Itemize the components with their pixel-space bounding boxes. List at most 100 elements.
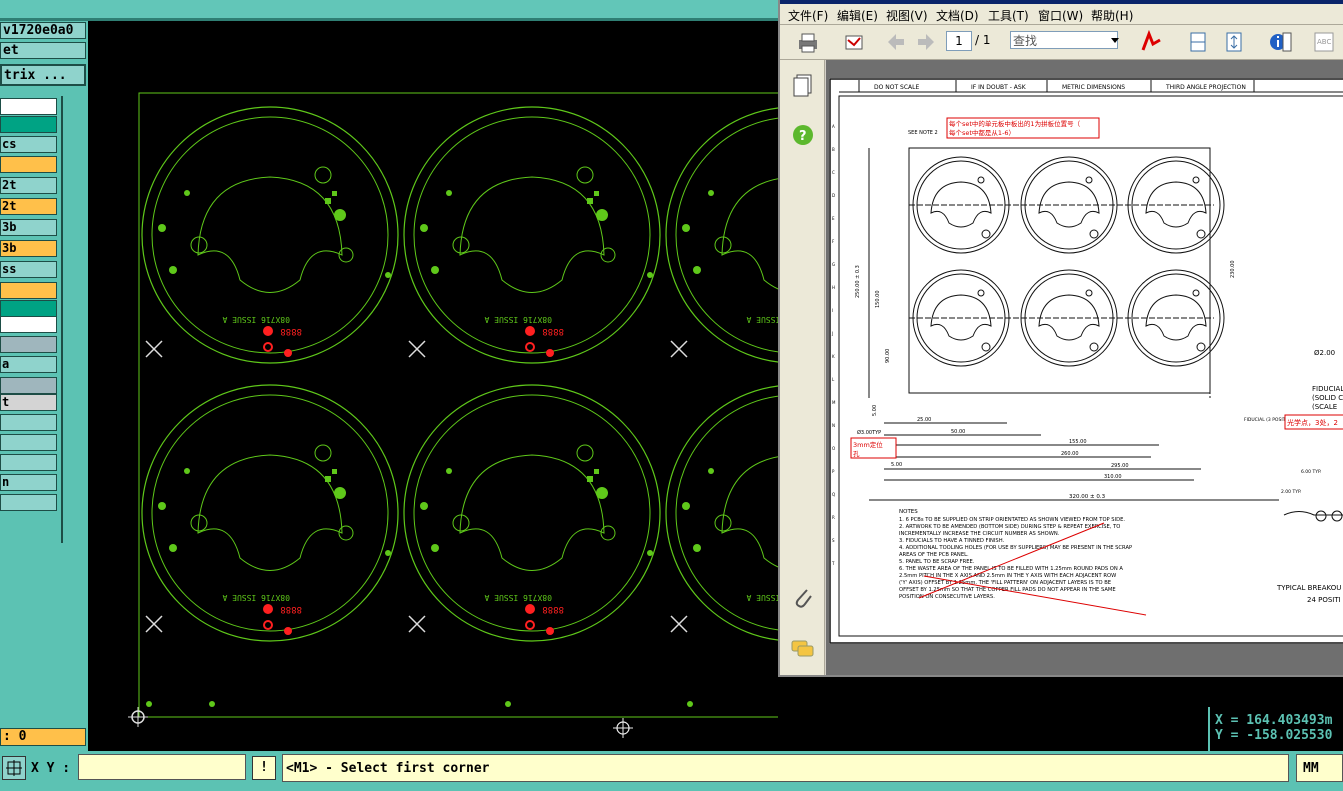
document-info-icon[interactable]: [1268, 30, 1292, 54]
layer-row[interactable]: [0, 116, 57, 133]
pad: [682, 502, 690, 510]
row-marker: D: [832, 193, 835, 198]
note-line: 2.5mm PITCH IN THE X AXIS AND 2.5mm IN T…: [899, 573, 1116, 579]
page-number-input[interactable]: 1: [946, 31, 972, 51]
red-pad: [525, 604, 535, 614]
row-marker: N: [832, 423, 835, 428]
layer-row[interactable]: [0, 494, 57, 511]
pad: [184, 190, 190, 196]
layer-row[interactable]: [0, 300, 57, 317]
xy-input[interactable]: [78, 754, 246, 780]
y-coordinate: Y = -158.025530: [1215, 728, 1333, 743]
previous-page-icon[interactable]: [884, 30, 908, 54]
alert-icon[interactable]: !: [252, 756, 276, 780]
fiducial-side-label: FIDUCIAL: [1312, 385, 1343, 393]
pcb-silkscreen-text: 08X716 ISSUE A: [222, 593, 290, 602]
pad: [446, 190, 452, 196]
menu-edit[interactable]: 编辑(E): [837, 7, 878, 24]
pad: [431, 266, 439, 274]
pad: [334, 487, 346, 499]
board-hole: [1085, 176, 1093, 184]
layer-row[interactable]: a: [0, 356, 57, 373]
layer-row[interactable]: [0, 156, 57, 173]
header-cell: THIRD ANGLE PROJECTION: [1165, 84, 1246, 91]
layer-row[interactable]: [0, 336, 57, 353]
menu-file[interactable]: 文件(F): [788, 7, 828, 24]
fit-page-icon[interactable]: [1222, 30, 1246, 54]
pad: [587, 476, 593, 482]
pad: [420, 502, 428, 510]
pages-panel-icon[interactable]: [792, 74, 814, 98]
matrix-button[interactable]: trix ...: [0, 64, 86, 86]
row-marker: K: [832, 354, 835, 359]
row-marker: F: [832, 239, 835, 244]
step-name-field[interactable]: et: [0, 42, 86, 59]
note-line: 6. THE WASTE AREA OF THE PANEL IS TO BE …: [899, 566, 1123, 572]
layer-row[interactable]: t: [0, 394, 57, 411]
red-pad: [263, 604, 273, 614]
menu-help[interactable]: 帮助(H): [1091, 7, 1133, 24]
note-line: ('Y' AXIS) OFFSET BY 1.25mm. THE 'FILL P…: [899, 580, 1111, 586]
fiducial-side-label: (SCALE: [1312, 403, 1337, 411]
pcb-cutout: [721, 454, 867, 571]
pad: [325, 476, 331, 482]
pdf-document-area[interactable]: DO NOT SCALE IF IN DOUBT - ASK METRIC DIME…: [826, 60, 1343, 675]
layer-row[interactable]: 3b: [0, 219, 57, 236]
mount-hole: [314, 444, 332, 462]
next-page-icon[interactable]: [914, 30, 938, 54]
board-hole: [981, 342, 991, 352]
pad: [594, 191, 599, 196]
attachments-icon[interactable]: [792, 586, 814, 610]
breakout-hole: [1331, 510, 1343, 522]
spell-check-icon[interactable]: ABC: [1312, 30, 1336, 54]
row-marker: P: [832, 469, 835, 474]
create-pdf-icon[interactable]: [1140, 30, 1164, 54]
fiducial-pad: [209, 701, 215, 707]
pad: [647, 272, 653, 278]
pad: [334, 209, 346, 221]
dimension-label: Ø3.00TYP: [857, 429, 881, 436]
dimension-label: 50.00: [951, 429, 965, 435]
menu-tools[interactable]: 工具(T): [988, 7, 1029, 24]
email-icon[interactable]: [842, 30, 866, 54]
pad: [385, 550, 391, 556]
snap-grid-icon[interactable]: [2, 756, 26, 780]
layer-row[interactable]: 2t: [0, 198, 57, 215]
board-hole: [1196, 342, 1206, 352]
layer-row[interactable]: 3b: [0, 240, 57, 257]
search-input[interactable]: 查找: [1010, 31, 1118, 49]
layer-row[interactable]: 2t: [0, 177, 57, 194]
search-dropdown-icon[interactable]: [1110, 35, 1120, 45]
scrap-mark: [145, 340, 163, 358]
pdf-reader-window[interactable]: 文件(F) 编辑(E) 视图(V) 文档(D) 工具(T) 窗口(W) 帮助(H…: [778, 0, 1343, 677]
cam-graphics-canvas[interactable]: 08X716 ISSUE A 8888 08X716 ISSUE A 8888 08X7…: [88, 21, 937, 751]
scrap-mark: [670, 615, 688, 633]
pcb-panel-view[interactable]: 08X716 ISSUE A 8888 08X716 ISSUE A 8888 08X7…: [88, 21, 937, 751]
x-coordinate: X = 164.403493m: [1215, 713, 1333, 728]
layer-row[interactable]: [0, 316, 57, 333]
help-icon[interactable]: ?: [792, 124, 814, 146]
pcb-cutout: [721, 176, 867, 293]
row-marker: A: [832, 124, 835, 129]
job-name-field[interactable]: v1720e0a0: [0, 22, 86, 39]
print-icon[interactable]: [796, 30, 820, 54]
layer-row[interactable]: [0, 414, 57, 431]
page-layout-icon[interactable]: [1186, 30, 1210, 54]
note-line: 3. FIDUCIALS TO HAVE A TINNED FINISH.: [899, 538, 1005, 544]
menu-window[interactable]: 窗口(W): [1038, 7, 1083, 24]
layer-list[interactable]: cs 2t 2t 3b 3b ss a t n: [0, 96, 63, 543]
menu-document[interactable]: 文档(D): [936, 7, 979, 24]
comments-icon[interactable]: [790, 638, 816, 660]
layer-row[interactable]: ss: [0, 261, 57, 278]
menu-view[interactable]: 视图(V): [886, 7, 928, 24]
layer-row[interactable]: [0, 454, 57, 471]
layer-row[interactable]: n: [0, 474, 57, 491]
board-hole: [1192, 176, 1200, 184]
layer-row[interactable]: [0, 98, 57, 115]
layer-row[interactable]: [0, 282, 57, 299]
layer-row[interactable]: cs: [0, 136, 57, 153]
units-button[interactable]: MM: [1296, 754, 1343, 782]
layer-row[interactable]: [0, 434, 57, 451]
breakout-hole: [1315, 510, 1327, 522]
layer-row[interactable]: [0, 377, 57, 394]
